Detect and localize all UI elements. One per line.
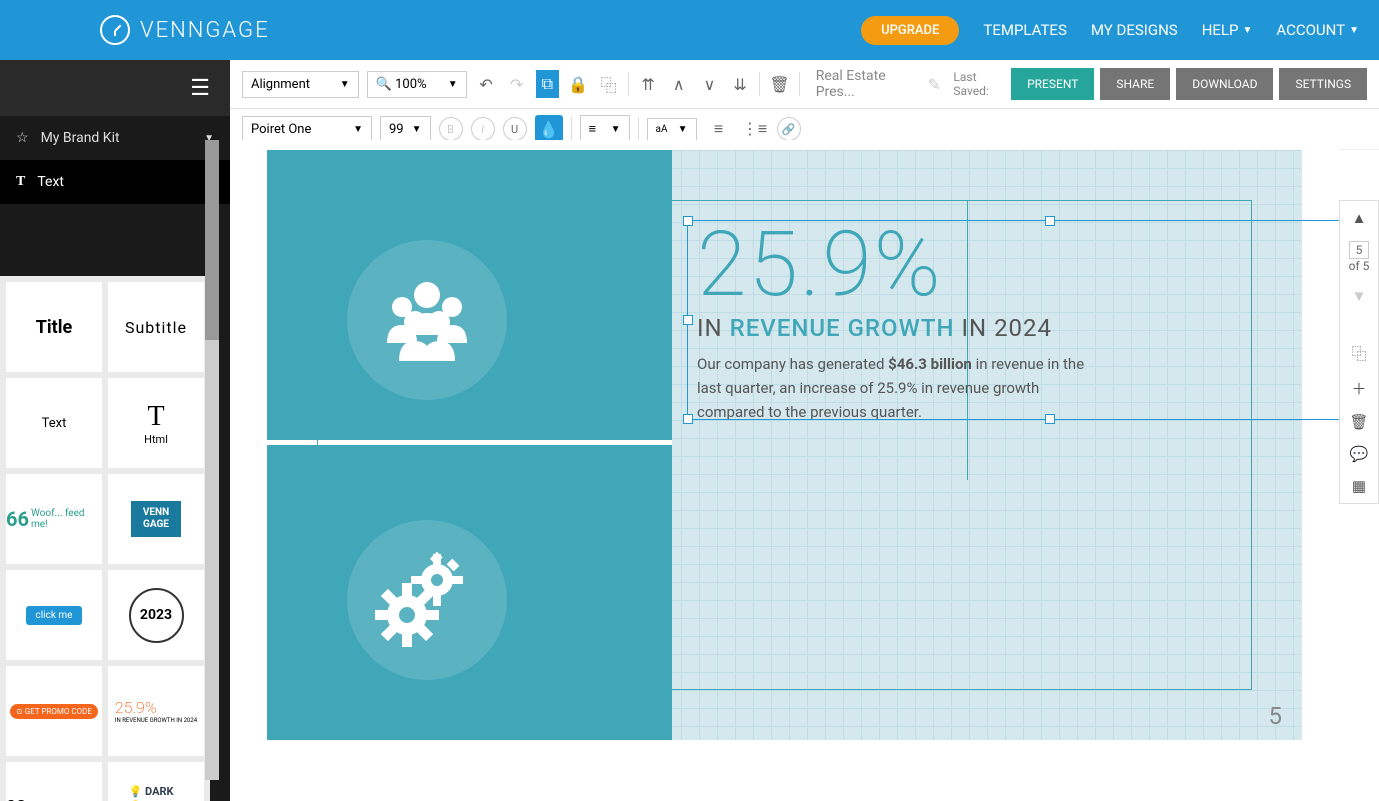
arrange-up-button[interactable]: ∧	[667, 70, 690, 98]
nav-help[interactable]: HELP▼	[1202, 21, 1253, 39]
nav-account[interactable]: ACCOUNT▼	[1276, 21, 1359, 39]
delete-page-button[interactable]: 🗑	[1349, 413, 1368, 431]
current-page[interactable]: 5	[1349, 241, 1370, 259]
page-indicator: 5 of 5	[1349, 241, 1370, 273]
edit-title-button[interactable]: ✎	[923, 70, 946, 98]
present-button[interactable]: PRESENT	[1011, 68, 1094, 100]
underline-button[interactable]: U	[503, 117, 527, 141]
selection-box[interactable]	[687, 220, 1339, 420]
canvas-area[interactable]: 25.9% IN REVENUE GROWTH IN 2024 Our comp…	[230, 140, 1339, 801]
share-button[interactable]: SHARE	[1100, 68, 1170, 100]
settings-button[interactable]: SETTINGS	[1279, 68, 1367, 100]
resize-handle-bm[interactable]	[1045, 414, 1055, 424]
caret-down-icon: ▼	[1349, 25, 1359, 36]
template-year[interactable]: 2023	[108, 570, 204, 660]
nav-my-designs[interactable]: MY DESIGNS	[1091, 21, 1178, 39]
hamburger-menu-button[interactable]: ☰	[0, 60, 230, 116]
text-icon: T	[16, 174, 25, 190]
redo-button[interactable]: ↷	[505, 70, 528, 98]
undo-button[interactable]: ↶	[475, 70, 498, 98]
template-promo[interactable]: ⊙ GET PROMO CODE	[6, 666, 102, 756]
text-color-button[interactable]: 💧	[535, 115, 563, 143]
copy-page-button[interactable]: ⿻	[1351, 343, 1366, 364]
caret-down-icon: ▼	[1242, 25, 1252, 36]
add-page-button[interactable]: ＋	[1351, 378, 1366, 399]
upgrade-button[interactable]: UPGRADE	[861, 16, 959, 45]
snap-button[interactable]: ⧉	[536, 70, 559, 98]
right-toolbar: ▲ 5 of 5 ▼ ⿻ ＋ 🗑 💬 ▦	[1339, 200, 1379, 504]
design-canvas[interactable]: 25.9% IN REVENUE GROWTH IN 2024 Our comp…	[267, 150, 1302, 740]
template-woof[interactable]: 66Woof... feed me!	[6, 474, 102, 564]
copy-button[interactable]: ⿻	[597, 70, 620, 98]
download-button[interactable]: DOWNLOAD	[1176, 68, 1273, 100]
link-button[interactable]: 🔗	[777, 117, 801, 141]
template-html[interactable]: THtml	[108, 378, 204, 468]
zoom-select[interactable]: 🔍 100%▼	[367, 71, 467, 98]
resize-handle-tm[interactable]	[1045, 216, 1055, 226]
brand-name: VENNGAGE	[140, 18, 270, 43]
arrange-top-button[interactable]: ⇈	[637, 70, 660, 98]
template-02[interactable]: 02EXPECTED MEASURABLE OUTCOMES	[6, 762, 102, 801]
star-icon: ☆	[16, 130, 29, 146]
comment-button[interactable]: 💬	[1350, 445, 1369, 463]
clock-logo-icon	[100, 15, 130, 45]
sidebar-brand-kit[interactable]: ☆ My Brand Kit ▼	[0, 116, 230, 160]
font-select[interactable]: Poiret One▼	[242, 116, 372, 143]
list-bullet-button[interactable]: ⋮≡	[741, 115, 769, 143]
document-title[interactable]: Real Estate Pres...	[808, 68, 915, 100]
page-down-button[interactable]: ▼	[1352, 287, 1367, 305]
resize-handle-bl[interactable]	[683, 414, 693, 424]
text-align-select[interactable]: ≡▼	[580, 115, 630, 143]
header-nav: UPGRADE TEMPLATES MY DESIGNS HELP▼ ACCOU…	[861, 16, 1359, 45]
text-transform-select[interactable]: aA▼	[647, 118, 697, 141]
arrange-down-button[interactable]: ∨	[698, 70, 721, 98]
font-size-select[interactable]: 99▼	[380, 116, 431, 143]
delete-button[interactable]: 🗑	[768, 70, 791, 98]
template-clickme[interactable]: click me	[6, 570, 102, 660]
template-title[interactable]: Title	[6, 282, 102, 372]
page-total: of 5	[1349, 259, 1370, 273]
arrange-bottom-button[interactable]: ⇊	[729, 70, 752, 98]
sidebar-brand-kit-label: My Brand Kit	[41, 130, 120, 146]
page-number: 5	[1269, 702, 1283, 730]
toolbar-row-1: Alignment▼ 🔍 100%▼ ↶ ↷ ⧉ 🔒 ⿻ ⇈ ∧ ∨ ⇊ 🗑 R…	[230, 60, 1379, 109]
brand-logo[interactable]: VENNGAGE	[100, 15, 270, 45]
page-up-button[interactable]: ▲	[1352, 209, 1367, 227]
bold-button[interactable]: B	[439, 117, 463, 141]
template-darkdim[interactable]: 💡 DARK💡 DIM💡 BRIGHT	[108, 762, 204, 801]
template-venngage[interactable]: VENN GAGE	[108, 474, 204, 564]
template-text[interactable]: Text	[6, 378, 102, 468]
resize-handle-tl[interactable]	[683, 216, 693, 226]
panel-scrollbar[interactable]	[205, 140, 219, 780]
scrollbar-thumb[interactable]	[205, 140, 219, 340]
template-stat[interactable]: 25.9%IN REVENUE GROWTH IN 2024	[108, 666, 204, 756]
template-subtitle[interactable]: Subtitle	[108, 282, 204, 372]
template-panel: Title Subtitle Text THtml 66Woof... feed…	[0, 276, 210, 801]
resize-handle-ml[interactable]	[683, 315, 693, 325]
list-ordered-button[interactable]: ≡	[705, 115, 733, 143]
grid-view-button[interactable]: ▦	[1352, 477, 1366, 495]
nav-templates[interactable]: TEMPLATES	[983, 21, 1066, 39]
app-header: VENNGAGE UPGRADE TEMPLATES MY DESIGNS HE…	[0, 0, 1379, 60]
lock-button[interactable]: 🔒	[567, 70, 590, 98]
alignment-select[interactable]: Alignment▼	[242, 71, 359, 98]
italic-button[interactable]: I	[471, 117, 495, 141]
last-saved-label: Last Saved:	[953, 70, 1003, 98]
sidebar-text-label: Text	[37, 174, 64, 190]
sidebar-text[interactable]: T Text ▼	[0, 160, 230, 204]
